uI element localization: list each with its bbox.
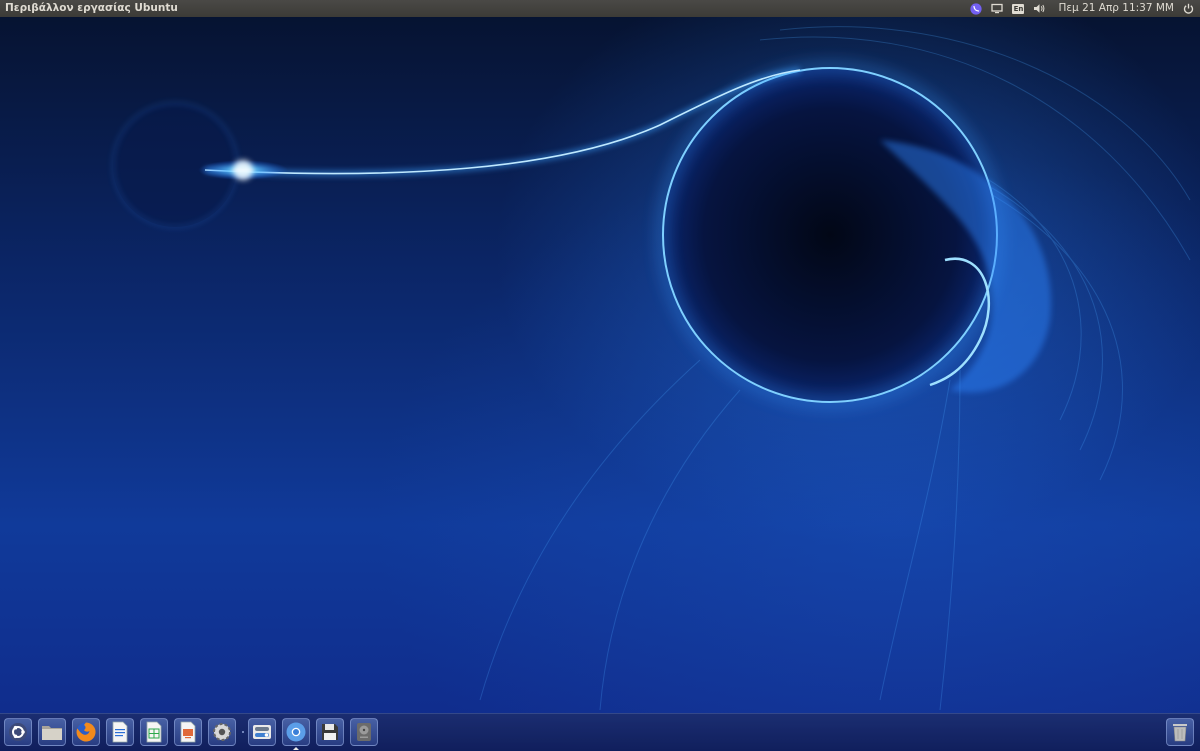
volume-icon[interactable] xyxy=(1033,0,1046,17)
software-updater-launcher[interactable] xyxy=(248,718,276,746)
top-panel: Περιβάλλον εργασίας Ubuntu En Πεμ 21 Απρ… xyxy=(0,0,1200,17)
files-launcher[interactable] xyxy=(38,718,66,746)
trash-icon xyxy=(1173,724,1187,742)
impress-presentation-icon xyxy=(180,721,196,743)
desktop-wallpaper xyxy=(0,0,1200,750)
writer-document-icon xyxy=(112,721,128,743)
impress-launcher[interactable] xyxy=(174,718,202,746)
keyboard-layout-label: En xyxy=(1012,3,1025,14)
ubuntu-logo-icon xyxy=(9,723,27,741)
launcher-dock xyxy=(0,713,1200,751)
folder-icon xyxy=(42,726,62,740)
keyboard-layout-indicator[interactable]: En xyxy=(1012,0,1025,17)
viber-icon[interactable] xyxy=(970,0,983,17)
trash-launcher[interactable] xyxy=(1166,718,1194,746)
system-settings-launcher[interactable] xyxy=(208,718,236,746)
launcher-separator xyxy=(242,731,244,733)
clock[interactable]: Πεμ 21 Απρ 11:37 ΜΜ xyxy=(1058,0,1174,17)
power-icon[interactable] xyxy=(1183,0,1194,17)
chromium-icon xyxy=(286,722,306,742)
floppy-disk-icon xyxy=(322,724,338,740)
dash-home-button[interactable] xyxy=(4,718,32,746)
gear-icon xyxy=(213,723,231,741)
disk-drive-launcher[interactable] xyxy=(350,718,378,746)
wallpaper-art xyxy=(112,26,1191,711)
calc-launcher[interactable] xyxy=(140,718,168,746)
hard-drive-icon xyxy=(357,723,371,741)
chromium-launcher[interactable] xyxy=(282,718,310,746)
display-icon[interactable] xyxy=(991,0,1004,17)
firefox-icon xyxy=(76,722,96,742)
toggle-updater-icon xyxy=(253,725,271,739)
firefox-launcher[interactable] xyxy=(72,718,100,746)
writer-launcher[interactable] xyxy=(106,718,134,746)
window-title: Περιβάλλον εργασίας Ubuntu xyxy=(5,2,178,14)
calc-spreadsheet-icon xyxy=(146,721,162,743)
indicator-area: En Πεμ 21 Απρ 11:37 ΜΜ xyxy=(961,0,1194,17)
floppy-save-launcher[interactable] xyxy=(316,718,344,746)
